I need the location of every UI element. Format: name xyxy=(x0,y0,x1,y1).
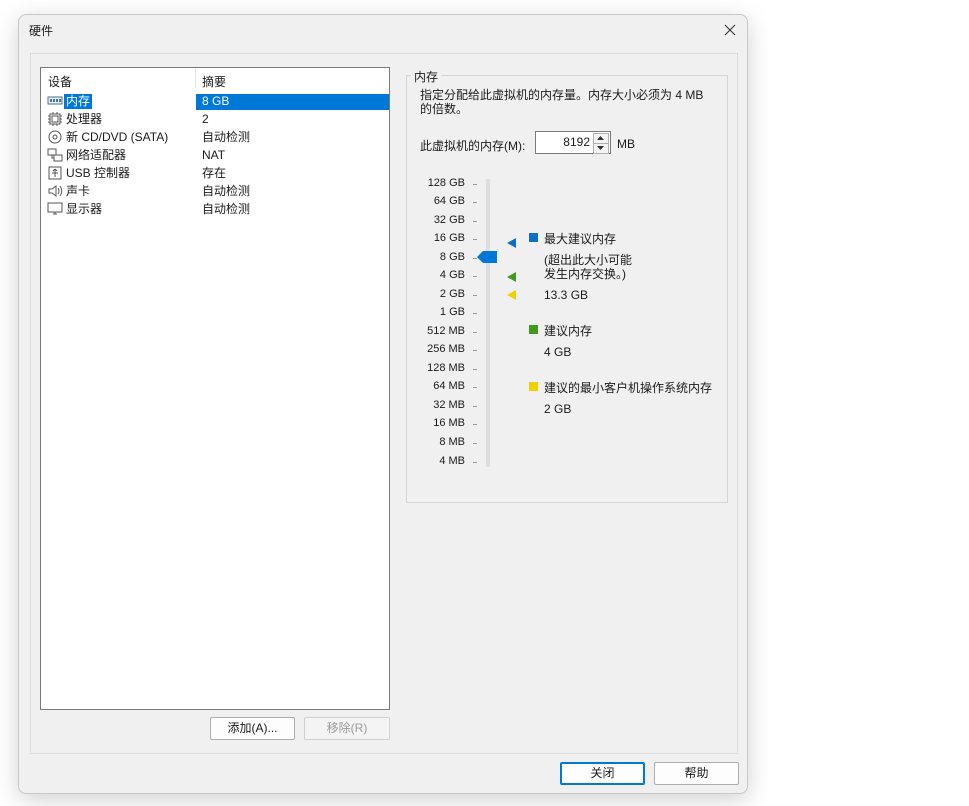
device-row-display[interactable]: 显示器 自动检测 xyxy=(44,200,389,218)
decrement-button[interactable] xyxy=(593,143,609,154)
device-name: 显示器 xyxy=(66,202,103,216)
scale-label: 64 GB xyxy=(433,195,465,207)
scale-label: 1 GB xyxy=(439,306,465,318)
scale-tick xyxy=(473,406,477,407)
title-bar: 硬件 xyxy=(19,15,747,45)
hardware-dialog: 硬件 设备 摘要 内存 8 GB 处理器 2 新 CD/DVD (SATA) 自… xyxy=(18,14,748,794)
device-summary: 自动检测 xyxy=(202,130,251,144)
scale-label: 4 MB xyxy=(439,455,465,467)
recommended-legend-title: 建议内存 xyxy=(544,324,593,338)
device-summary: 8 GB xyxy=(202,94,230,108)
column-header-summary[interactable]: 摘要 xyxy=(202,73,226,90)
max-legend-title: 最大建议内存 xyxy=(544,232,617,246)
scale-label: 16 GB xyxy=(433,232,465,244)
scale-tick xyxy=(473,424,477,425)
max-legend-note-1: (超出此大小可能 xyxy=(544,253,632,267)
device-name: 内存 xyxy=(64,94,93,109)
scale-tick xyxy=(473,221,477,222)
close-button[interactable]: 关闭 xyxy=(560,762,645,785)
device-row-processor[interactable]: 处理器 2 xyxy=(44,110,389,128)
scale-tick xyxy=(473,202,477,203)
scale-tick xyxy=(473,276,477,277)
add-device-button[interactable]: 添加(A)... xyxy=(210,717,295,740)
device-name: 声卡 xyxy=(66,184,91,198)
scale-label: 8 GB xyxy=(439,251,465,263)
device-row-sound-card[interactable]: 声卡 自动检测 xyxy=(44,182,389,200)
scale-label: 64 MB xyxy=(433,380,465,392)
scale-label: 128 GB xyxy=(427,177,465,189)
cd-dvd-icon xyxy=(47,130,63,144)
scale-tick xyxy=(473,462,477,463)
scale-label: 512 MB xyxy=(427,325,465,337)
device-summary: 自动检测 xyxy=(202,202,251,216)
device-name: 新 CD/DVD (SATA) xyxy=(66,130,169,144)
memory-group-title: 内存 xyxy=(411,68,442,85)
device-summary: 2 xyxy=(202,112,209,126)
monitor-icon xyxy=(47,202,63,216)
memory-size-label: 此虚拟机的内存(M): xyxy=(420,139,526,153)
list-header: 设备 摘要 xyxy=(41,68,389,90)
column-header-device[interactable]: 设备 xyxy=(48,73,72,90)
usb-icon xyxy=(47,166,63,180)
device-row-cd-dvd[interactable]: 新 CD/DVD (SATA) 自动检测 xyxy=(44,128,389,146)
memory-slider-track[interactable] xyxy=(486,179,490,467)
column-separator[interactable] xyxy=(195,69,196,88)
window-close-button[interactable] xyxy=(717,17,743,43)
scale-tick xyxy=(473,443,477,444)
device-row-memory[interactable]: 内存 8 GB xyxy=(44,92,389,110)
device-summary: NAT xyxy=(202,148,226,162)
scale-label: 8 MB xyxy=(439,436,465,448)
scale-tick xyxy=(473,313,477,314)
scale-tick xyxy=(473,184,477,185)
device-list[interactable]: 设备 摘要 内存 8 GB 处理器 2 新 CD/DVD (SATA) 自动检测 xyxy=(40,67,390,710)
max-legend-value: 13.3 GB xyxy=(544,288,589,302)
scale-tick xyxy=(473,369,477,370)
scale-tick xyxy=(473,387,477,388)
scale-label: 2 GB xyxy=(439,288,465,300)
minimum-legend-value: 2 GB xyxy=(544,402,572,416)
scale-tick xyxy=(473,239,477,240)
scale-tick xyxy=(473,332,477,333)
scale-label: 256 MB xyxy=(427,343,465,355)
device-summary: 存在 xyxy=(202,166,227,180)
memory-icon xyxy=(47,94,63,108)
dialog-title: 硬件 xyxy=(29,24,54,38)
scale-label: 4 GB xyxy=(439,269,465,281)
scale-label: 32 MB xyxy=(433,399,465,411)
device-name: 网络适配器 xyxy=(66,148,127,162)
speaker-icon xyxy=(47,184,63,198)
recommended-legend-value: 4 GB xyxy=(544,345,572,359)
remove-device-button[interactable]: 移除(R) xyxy=(304,717,390,740)
recommended-marker xyxy=(507,271,517,285)
memory-unit-label: MB xyxy=(617,137,635,151)
max-recommended-marker xyxy=(507,237,517,251)
recommended-legend-swatch xyxy=(529,325,538,334)
scale-label: 128 MB xyxy=(427,362,465,374)
help-button[interactable]: 帮助 xyxy=(654,762,739,785)
memory-size-stepper[interactable]: 8192 xyxy=(535,131,611,154)
minimum-legend-title: 建议的最小客户机操作系统内存 xyxy=(544,381,713,395)
processor-icon xyxy=(47,112,63,126)
chevron-down-icon xyxy=(597,146,604,150)
memory-description: 指定分配给此虚拟机的内存量。内存大小必须为 4 MB 的倍数。 xyxy=(420,88,704,116)
max-legend-swatch xyxy=(529,233,538,242)
scale-tick xyxy=(473,350,477,351)
device-row-usb-controller[interactable]: USB 控制器 存在 xyxy=(44,164,389,182)
scale-tick xyxy=(473,295,477,296)
max-legend-note-2: 发生内存交换。) xyxy=(544,267,626,281)
device-name: 处理器 xyxy=(66,112,103,126)
chevron-up-icon xyxy=(597,136,604,140)
minimum-marker xyxy=(507,289,517,303)
scale-label: 16 MB xyxy=(433,417,465,429)
minimum-legend-swatch xyxy=(529,382,538,391)
memory-slider-thumb[interactable] xyxy=(477,251,497,266)
device-row-network-adapter[interactable]: 网络适配器 NAT xyxy=(44,146,389,164)
device-name: USB 控制器 xyxy=(66,166,131,180)
close-icon xyxy=(724,24,736,36)
scale-label: 32 GB xyxy=(433,214,465,226)
memory-size-input[interactable]: 8192 xyxy=(538,135,590,149)
network-adapter-icon xyxy=(47,148,63,162)
device-summary: 自动检测 xyxy=(202,184,251,198)
